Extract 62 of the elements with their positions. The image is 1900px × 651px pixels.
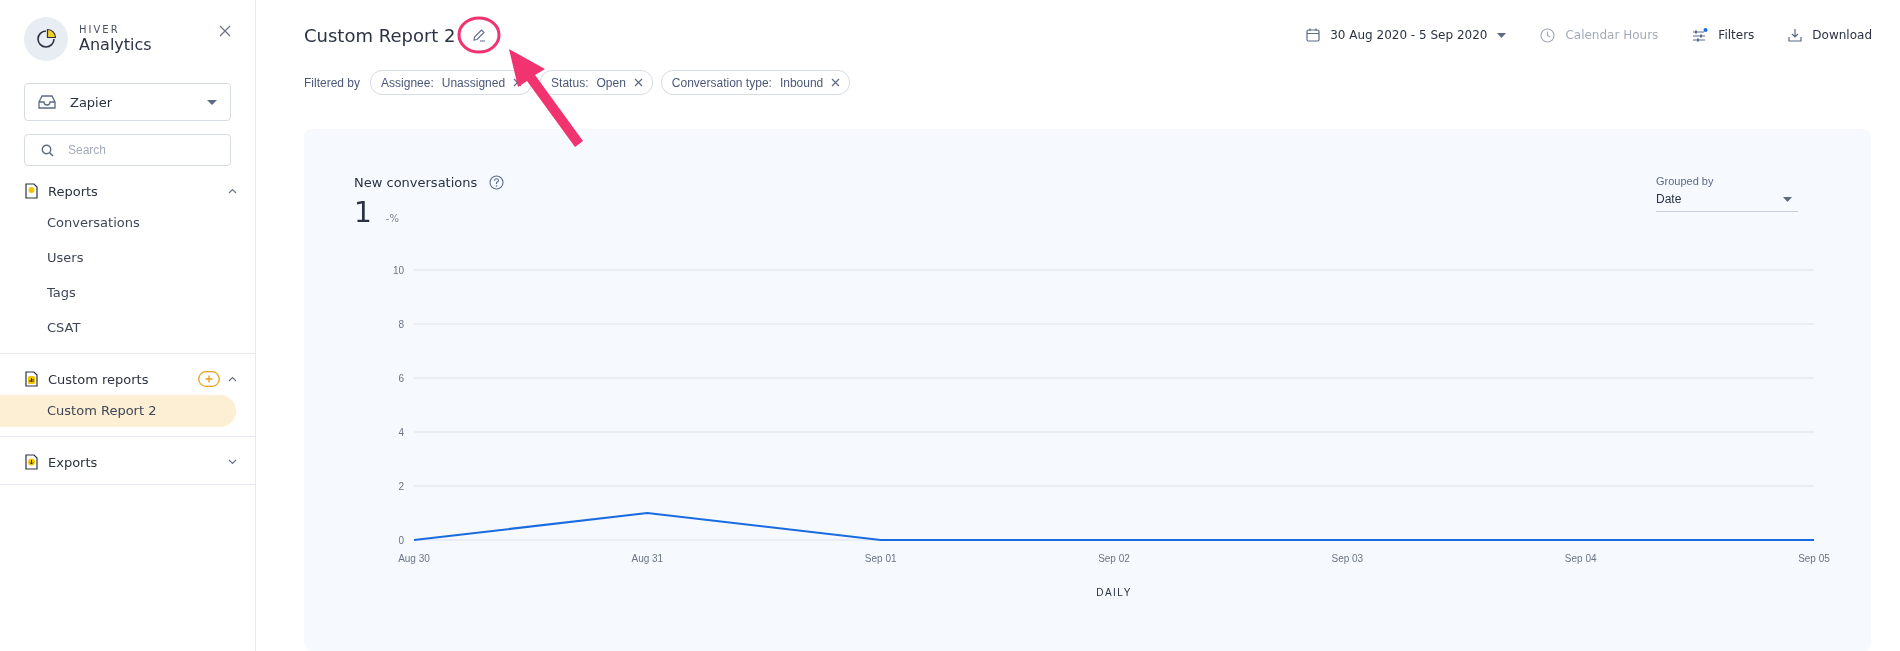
x-axis-label: DAILY [1096, 587, 1132, 598]
y-tick-label: 10 [392, 265, 404, 276]
logo-icon [24, 17, 68, 61]
x-tick-label: Sep 04 [1564, 553, 1597, 564]
close-icon[interactable] [219, 25, 231, 37]
x-tick-label: Sep 02 [1098, 553, 1130, 564]
card-title: New conversations [354, 175, 478, 190]
x-tick-label: Aug 31 [631, 553, 664, 564]
filtered-by-label: Filtered by [304, 75, 361, 90]
y-tick-label: 0 [398, 535, 404, 546]
inbox-dropdown[interactable]: Zapier [24, 83, 231, 121]
x-tick-label: Sep 05 [1798, 553, 1830, 564]
remove-icon[interactable] [831, 78, 841, 87]
nav-item[interactable]: Custom Report 2 [0, 395, 236, 427]
section-header[interactable]: Reports [0, 178, 255, 204]
sliders-icon [1692, 28, 1709, 42]
brand-name: Analytics [79, 35, 153, 54]
nav-item[interactable]: Tags [0, 277, 236, 309]
x-tick-label: Sep 01 [864, 553, 897, 564]
download-icon [1788, 28, 1803, 42]
nav-item[interactable]: CSAT [0, 312, 236, 344]
search-icon [41, 143, 54, 157]
grouped-by-label: Grouped by [1656, 175, 1715, 187]
section-header[interactable]: Exports [0, 449, 255, 475]
metric-value: 1 [354, 196, 372, 229]
chevron-up-icon[interactable] [228, 188, 237, 194]
caret-icon [207, 99, 217, 105]
chevron-up-icon[interactable] [228, 376, 237, 382]
highlight-circle [457, 16, 501, 54]
chart-document-icon [25, 371, 38, 387]
report-title: Custom Report 2 [304, 24, 456, 46]
change-percent: -% [385, 213, 399, 224]
edit-icon[interactable] [471, 28, 486, 42]
caret-icon [1783, 196, 1792, 202]
section-header[interactable]: Custom reports [0, 366, 255, 392]
inbox-icon [38, 95, 56, 109]
search-input[interactable]: Search [66, 142, 210, 158]
grouped-by-dropdown[interactable]: Date [1656, 187, 1798, 212]
help-icon[interactable] [489, 175, 505, 190]
y-tick-label: 6 [398, 373, 404, 384]
nav-item[interactable]: Conversations [0, 207, 236, 239]
calendar-icon [1306, 28, 1321, 42]
filter-chip[interactable]: Conversation type: Inbound [660, 70, 851, 95]
filters-button[interactable]: Filters [1692, 28, 1755, 42]
filter-chip[interactable]: Status: Open [540, 70, 653, 95]
date-range-picker[interactable]: 30 Aug 2020 - 5 Sep 2020 [1306, 28, 1507, 42]
chevron-down-icon[interactable] [228, 459, 237, 465]
remove-icon[interactable] [513, 78, 523, 87]
nav-item[interactable]: Users [0, 242, 236, 274]
caret-icon [1497, 32, 1507, 38]
y-tick-label: 4 [398, 427, 404, 438]
brand-overline: HIVER [79, 24, 121, 35]
x-tick-label: Aug 30 [398, 553, 430, 564]
download-document-icon [25, 454, 38, 470]
search-field[interactable]: Search [24, 134, 231, 166]
download-button[interactable]: Download [1788, 28, 1872, 42]
report-icon [25, 183, 38, 199]
x-tick-label: Sep 03 [1331, 553, 1364, 564]
remove-icon[interactable] [633, 78, 643, 87]
y-tick-label: 2 [398, 481, 404, 492]
clock-icon [1540, 27, 1556, 43]
y-tick-label: 8 [398, 319, 404, 330]
